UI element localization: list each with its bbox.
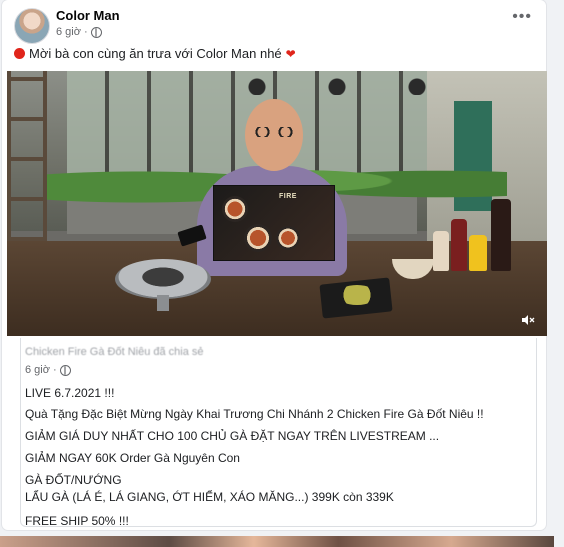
menu-dish	[276, 226, 300, 250]
menu-board	[213, 185, 335, 261]
shared-post-header[interactable]: Chicken Fire Gà Đốt Niêu đã chia sẻ	[25, 346, 204, 358]
globe-icon	[90, 26, 102, 38]
metal-frame	[7, 71, 47, 241]
globe-icon	[59, 364, 71, 376]
separator-dot: ·	[83, 26, 88, 38]
more-options-icon[interactable]: •••	[512, 9, 532, 25]
post-meta: 6 giờ ·	[56, 26, 102, 38]
heart-icon: ❤	[285, 46, 296, 61]
text-line: LIVE 6.7.2021 !!!	[25, 386, 115, 400]
text-line: GIẢM NGAY 60K Order Gà Nguyên Con	[25, 451, 240, 465]
bottle	[451, 219, 467, 271]
post-time[interactable]: 6 giờ	[56, 26, 81, 38]
speaker-muted-icon[interactable]	[521, 314, 535, 326]
menu-brand-label: FIRE	[279, 193, 297, 200]
text-line: LẨU GÀ (LÁ É, LÁ GIANG, ỚT HIỂM, XÁO MĂN…	[25, 490, 394, 504]
text-line: GÀ ĐỐT/NƯỚNG	[25, 473, 122, 487]
text-line: FREE SHIP 50% !!!	[25, 514, 129, 528]
text-line: GIẢM GIÁ DUY NHẤT CHO 100 CHỦ GÀ ĐẶT NGA…	[25, 429, 440, 443]
author-avatar[interactable]	[14, 8, 50, 44]
page-right-gutter	[554, 0, 564, 547]
condiment-bottles	[427, 191, 537, 271]
bottle	[491, 199, 511, 271]
bottle	[433, 231, 449, 271]
menu-dish	[222, 196, 248, 222]
shared-post-text: LIVE 6.7.2021 !!! Quà Tặng Đặc Biệt Mừng…	[25, 383, 535, 531]
menu-dish	[244, 224, 272, 252]
grill	[115, 259, 211, 299]
pendant-lamps	[237, 75, 437, 95]
next-post-image-edge	[0, 536, 564, 547]
grill-base	[157, 295, 169, 311]
plate-food	[337, 285, 377, 305]
text-line: Quà Tặng Đặc Biệt Mừng Ngày Khai Trương …	[25, 407, 484, 421]
shared-post-meta: 6 giờ ·	[25, 364, 71, 376]
glasses	[251, 127, 297, 137]
post-caption: Mời bà con cùng ăn trưa với Color Man nh…	[14, 46, 296, 61]
shared-post-time[interactable]: 6 giờ	[25, 364, 50, 376]
video-thumbnail[interactable]: FIRE	[7, 71, 547, 336]
author-name[interactable]: Color Man	[56, 8, 120, 23]
caption-text: Mời bà con cùng ăn trưa với Color Man nh…	[29, 46, 282, 61]
can	[469, 235, 487, 271]
separator-dot: ·	[52, 364, 57, 376]
red-circle-icon	[14, 48, 25, 59]
